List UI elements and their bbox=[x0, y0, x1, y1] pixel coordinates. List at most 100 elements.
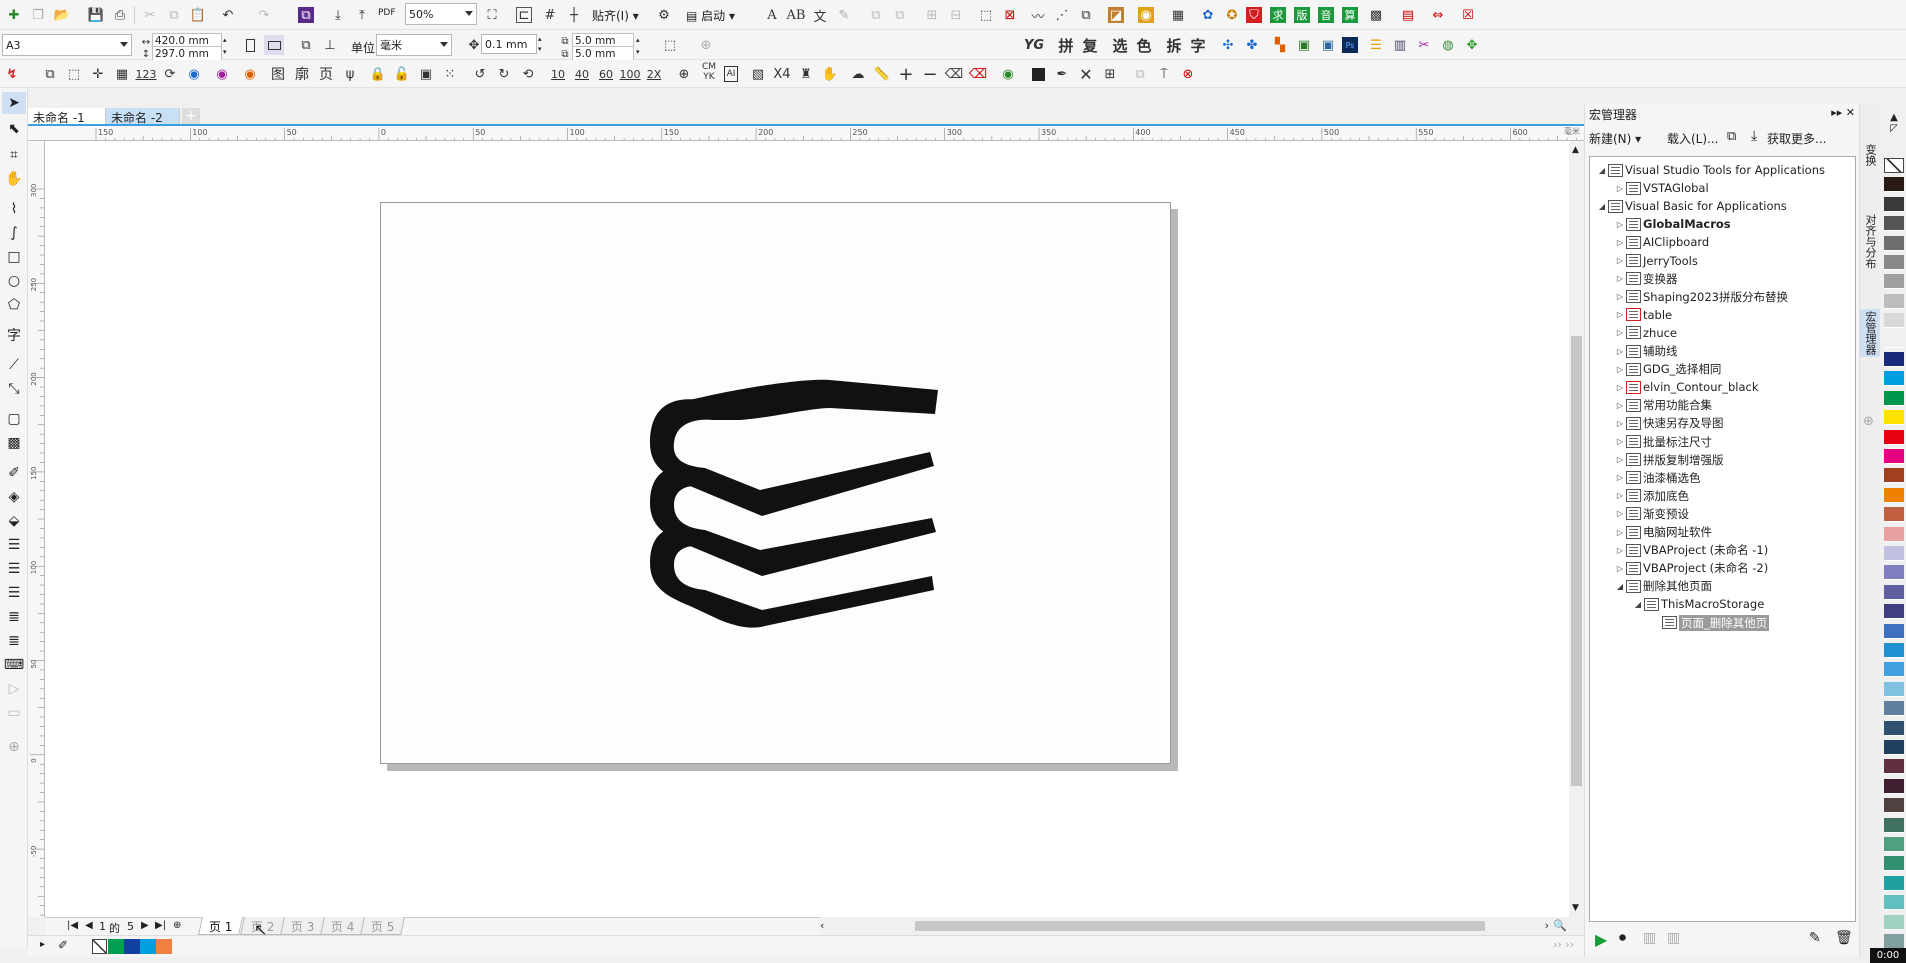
macro-tree-item[interactable]: ◢ Visual Studio Tools for Applications bbox=[1596, 161, 1825, 179]
delete-frame-icon[interactable]: ⊗ bbox=[1178, 64, 1198, 84]
delete-macro-icon[interactable]: 🗑 bbox=[1835, 930, 1853, 946]
copy-objects-icon[interactable]: ⧉ bbox=[1076, 5, 1096, 25]
scale-100-button[interactable]: 100 bbox=[620, 64, 641, 84]
justify-icon[interactable]: ≣ bbox=[2, 606, 26, 628]
rotate-icon[interactable]: ⟳ bbox=[160, 64, 180, 84]
scale-2x-button[interactable]: 2X bbox=[644, 64, 664, 84]
palette-swatch[interactable] bbox=[1884, 216, 1904, 232]
copy-icon[interactable]: ⧉ bbox=[164, 5, 184, 25]
dotted-select-icon[interactable]: ⁙ bbox=[440, 64, 460, 84]
plugin-red-x-icon[interactable]: ☒ bbox=[1458, 5, 1478, 25]
plugin-globe-icon[interactable]: ◍ bbox=[1438, 35, 1458, 55]
tuning-fork-icon[interactable]: ψ bbox=[340, 64, 360, 84]
new-tab-icon[interactable]: + bbox=[182, 108, 200, 124]
palette-swatch[interactable] bbox=[1884, 681, 1904, 697]
macro-tree-item[interactable]: ▷ 拼版复制增强版 bbox=[1614, 451, 1724, 469]
expand-arrow-icon[interactable]: ▷ bbox=[1614, 184, 1626, 193]
plugin-image2-icon[interactable]: ▣ bbox=[1318, 35, 1338, 55]
cmyk-button[interactable]: CM YK bbox=[698, 62, 720, 82]
crosshair-icon[interactable]: ✛ bbox=[88, 64, 108, 84]
add-toolbar-icon[interactable]: ⊕ bbox=[696, 35, 716, 55]
expand-arrow-icon[interactable]: ▷ bbox=[1614, 365, 1626, 374]
plugin-plant-icon[interactable]: ✥ bbox=[1462, 35, 1482, 55]
plugin-a-icon[interactable]: ◪ bbox=[1108, 7, 1124, 23]
shape-tool-icon[interactable]: ⬉ bbox=[2, 118, 26, 140]
macro-tree-item[interactable]: ▷ JerryTools bbox=[1614, 252, 1698, 270]
palette-top-arrow[interactable]: ▲ ◸ bbox=[1884, 112, 1904, 140]
frame-icon[interactable]: ⬚ bbox=[64, 64, 84, 84]
eyedropper-icon[interactable]: ✐ bbox=[2, 462, 26, 484]
expand-arrow-icon[interactable]: ▷ bbox=[1614, 220, 1626, 229]
cut-icon[interactable]: ✂ bbox=[140, 5, 160, 25]
document-palette-swatch[interactable] bbox=[108, 939, 124, 954]
palette-swatch[interactable] bbox=[1884, 798, 1904, 814]
plugin-yg-icon[interactable]: YG bbox=[1024, 35, 1044, 55]
palette-swatch[interactable] bbox=[1884, 410, 1904, 426]
pause-record-icon[interactable]: ▥ bbox=[1643, 930, 1656, 946]
palette-swatch[interactable] bbox=[1884, 914, 1904, 930]
plugin-list-icon[interactable]: ☰ bbox=[1366, 35, 1386, 55]
show-guidelines-icon[interactable]: ┼ bbox=[564, 5, 584, 25]
new-document-icon[interactable]: ✚ bbox=[4, 5, 24, 25]
books-stack-icon[interactable] bbox=[620, 368, 950, 630]
rectangle-tool-icon[interactable]: □ bbox=[2, 246, 26, 268]
palette-swatch[interactable] bbox=[1884, 778, 1904, 794]
macro-tree-item[interactable]: ▷ 辅助线 bbox=[1614, 342, 1678, 360]
palette-swatch[interactable] bbox=[1884, 584, 1904, 600]
download-icon[interactable]: ⤓ bbox=[1751, 128, 1757, 144]
pick-tool-icon[interactable]: ➤ bbox=[2, 92, 26, 114]
horizontal-scrollbar[interactable]: ‹ › 🔍 bbox=[820, 917, 1569, 935]
palette-swatch[interactable] bbox=[1884, 934, 1904, 949]
docker-tab-align[interactable]: 对齐与分布 bbox=[1862, 214, 1878, 269]
last-page-icon[interactable]: ▶| bbox=[155, 920, 166, 931]
copy-pages-icon[interactable]: ⧉ bbox=[40, 64, 60, 84]
expand-arrow-icon[interactable]: ▷ bbox=[1614, 455, 1626, 464]
ai-file-icon[interactable]: AI bbox=[724, 66, 738, 82]
interactive-fill-icon[interactable]: ◈ bbox=[2, 486, 26, 508]
options-gear-icon[interactable]: ⚙ bbox=[654, 5, 674, 25]
record-macro-icon[interactable]: ⏺ bbox=[1619, 930, 1626, 946]
plugin-medal-icon[interactable]: ✪ bbox=[1222, 5, 1242, 25]
macro-tree-item[interactable]: ▷ AIClipboard bbox=[1614, 233, 1709, 251]
palette-swatch[interactable] bbox=[1884, 662, 1904, 678]
fill-dropper-icon[interactable]: ✐ bbox=[58, 938, 68, 952]
plugin-circle-purple-icon[interactable]: ◉ bbox=[212, 64, 232, 84]
palette-swatch[interactable] bbox=[1884, 546, 1904, 561]
palette-swatch[interactable] bbox=[1884, 487, 1904, 503]
palette-swatch[interactable] bbox=[1884, 604, 1904, 620]
macro-tree-item[interactable]: ◢ 删除其他页面 bbox=[1614, 577, 1712, 595]
undo-icon[interactable]: ↶ bbox=[218, 5, 238, 25]
document-tab-1[interactable]: 未命名 -1 bbox=[28, 108, 106, 125]
text-tool-chai-button[interactable]: 拆 bbox=[1164, 35, 1184, 55]
prev-page-icon[interactable]: ◀ bbox=[85, 920, 93, 931]
launch-dropdown[interactable]: ▤ 启动 ▾ bbox=[686, 7, 735, 24]
page-frame-icon[interactable]: ⬚ bbox=[660, 35, 680, 55]
zoom-level-select[interactable]: 50% bbox=[405, 3, 477, 25]
expand-arrow-icon[interactable]: ▷ bbox=[1614, 546, 1626, 555]
pen-nib-icon[interactable]: ✒ bbox=[1052, 64, 1072, 84]
show-grid-icon[interactable]: # bbox=[540, 5, 560, 25]
page-tab-3[interactable]: 页 3 bbox=[280, 917, 326, 935]
palette-swatch[interactable] bbox=[1884, 196, 1904, 212]
numbering-icon[interactable]: 123 bbox=[136, 64, 157, 84]
plugin-pinwheel-icon[interactable]: ✤ bbox=[1242, 35, 1262, 55]
scroll-down-icon[interactable]: ▼ bbox=[1572, 903, 1579, 913]
macro-tree-item[interactable]: ◢ ThisMacroStorage bbox=[1632, 595, 1764, 613]
text-translate-icon[interactable]: 文 bbox=[810, 5, 830, 25]
macro-tree-item[interactable]: ▷ elvin_Contour_black bbox=[1614, 378, 1759, 396]
redo-icon[interactable]: ↷ bbox=[254, 5, 274, 25]
palette-swatch[interactable] bbox=[1884, 468, 1904, 484]
expand-arrow-icon[interactable]: ▷ bbox=[1614, 292, 1626, 301]
document-tab-2[interactable]: 未命名 -2 bbox=[106, 108, 180, 125]
get-more-button[interactable]: 获取更多... bbox=[1767, 130, 1826, 147]
macro-tree-item[interactable]: ▷ 添加底色 bbox=[1614, 487, 1689, 505]
unit-select[interactable]: 毫米 bbox=[376, 34, 452, 56]
text-ab-icon[interactable]: AB bbox=[786, 5, 806, 25]
connector-tool-icon[interactable]: ⤡ bbox=[2, 378, 26, 400]
palette-swatch[interactable] bbox=[1884, 352, 1904, 367]
save-icon[interactable]: 💾 bbox=[86, 5, 106, 25]
select-frame-icon[interactable]: ⬚ bbox=[976, 5, 996, 25]
plugin-b-icon[interactable]: ◉ bbox=[1138, 7, 1154, 23]
publish-pdf-icon[interactable]: PDF bbox=[378, 8, 396, 18]
target-icon[interactable]: ⊕ bbox=[674, 64, 694, 84]
